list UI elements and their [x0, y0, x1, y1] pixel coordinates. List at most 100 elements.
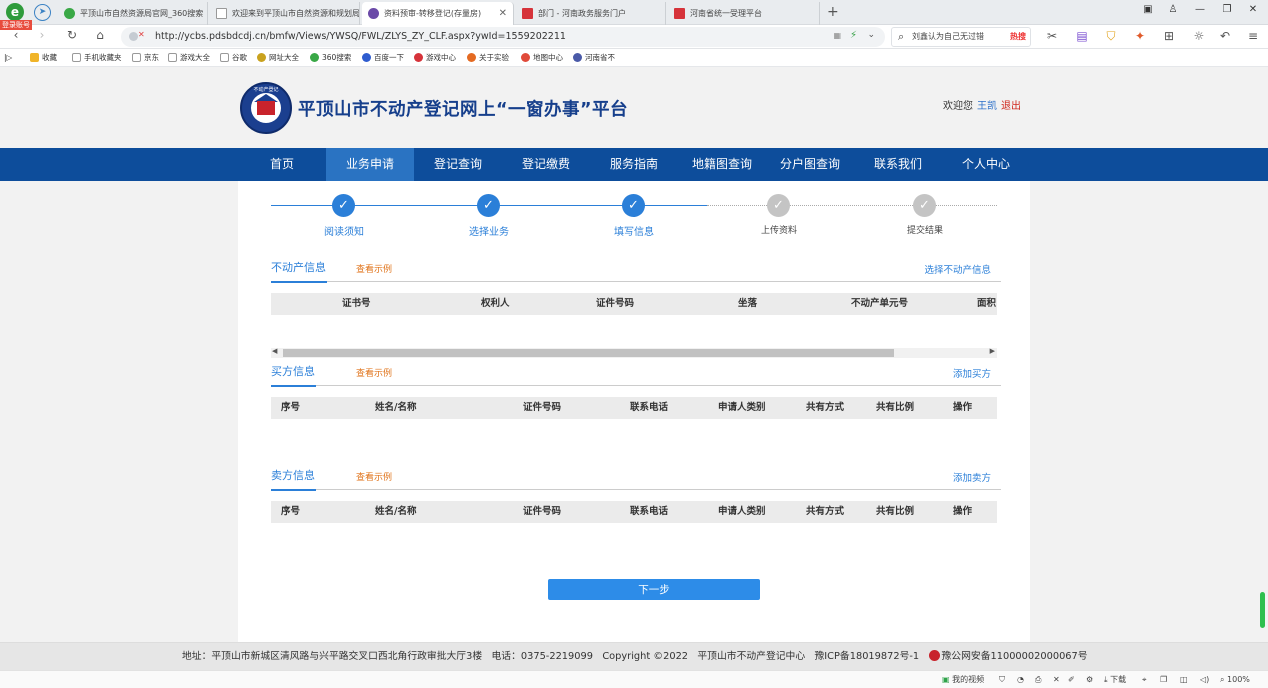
bookmark-item[interactable]: 手机收藏夹	[72, 49, 122, 67]
bookmark-item[interactable]: 百度一下	[362, 49, 404, 67]
restore-icon[interactable]: ❐	[1220, 4, 1234, 15]
tools-icon[interactable]: ⚙	[1086, 671, 1093, 688]
bookmark-item[interactable]: 360搜索	[310, 49, 351, 67]
shield-icon[interactable]: ⛉	[999, 671, 1005, 688]
undo-icon[interactable]: ↶	[1216, 29, 1234, 43]
close-window-icon[interactable]: ✕	[1246, 4, 1260, 15]
search-placeholder: 刘鑫认为自己无过错	[912, 32, 984, 41]
scroll-right-icon[interactable]: ▶	[990, 347, 995, 355]
bookmark-item[interactable]: 游戏大全	[168, 49, 210, 67]
brightness-icon[interactable]: ☼	[1190, 29, 1208, 43]
bookmark-item[interactable]: 京东	[132, 49, 159, 67]
nav-home[interactable]: 首页	[250, 148, 314, 181]
speed-icon[interactable]: ⚡	[850, 30, 857, 41]
extension-icon[interactable]: ▤	[1073, 29, 1091, 43]
henan-gov-icon	[573, 53, 582, 62]
nav-cadastral-map-query[interactable]: 地籍图查询	[684, 148, 760, 181]
forward-icon[interactable]: ›	[34, 28, 50, 42]
page-scrollbar[interactable]	[1260, 592, 1265, 628]
scissors-icon[interactable]: ✂	[1043, 29, 1061, 43]
close-tab-icon[interactable]: ✕	[499, 2, 507, 25]
compat-mode-icon[interactable]: ▦	[833, 31, 841, 40]
section-divider	[271, 281, 1001, 282]
browser-tab-5[interactable]: 河南省统一受理平台	[668, 2, 820, 25]
game-icon[interactable]: ✦	[1131, 29, 1149, 43]
chevron-down-icon[interactable]: ⌄	[867, 30, 875, 40]
pin-icon[interactable]: ⌖	[1142, 671, 1147, 688]
search-input[interactable]: ⌕ 刘鑫认为自己无过错 热搜	[891, 27, 1031, 47]
zoom-control[interactable]: ⌕ 100%	[1220, 671, 1250, 688]
screenshot-icon[interactable]: ⎙	[1035, 671, 1041, 688]
bookmark-item[interactable]: 河南省不	[573, 49, 615, 67]
login-badge[interactable]: 登录账号	[0, 20, 32, 30]
sidebar-toggle-icon[interactable]: |▷	[4, 49, 12, 67]
browser-tab-4[interactable]: 部门 - 河南政务服务门户	[516, 2, 666, 25]
hot-search-badge[interactable]: 热搜	[1010, 28, 1026, 46]
window-icon[interactable]: ❐	[1160, 671, 1167, 688]
nav-business-apply[interactable]: 业务申请	[326, 148, 414, 181]
shield-icon[interactable]: ⛉	[1102, 29, 1120, 44]
col-phone: 联系电话	[630, 506, 669, 517]
scrollbar-thumb[interactable]	[283, 349, 894, 357]
mute-icon[interactable]: ✕	[1053, 671, 1060, 688]
cleanup-icon[interactable]: ✐	[1068, 671, 1075, 688]
volume-icon[interactable]: ◁)	[1200, 671, 1209, 688]
logout-link[interactable]: 退出	[1001, 101, 1021, 112]
apps-grid-icon[interactable]: ⊞	[1160, 29, 1178, 43]
col-share-method: 共有方式	[806, 506, 845, 517]
nav-registration-query[interactable]: 登记查询	[420, 148, 496, 181]
bookmark-item[interactable]: 网址大全	[257, 49, 299, 67]
add-seller-link[interactable]: 添加卖方	[898, 470, 991, 484]
seller-example-link[interactable]: 查看示例	[356, 470, 392, 483]
new-tab-button[interactable]: +	[827, 2, 839, 23]
nav-contact-us[interactable]: 联系我们	[860, 148, 936, 181]
buyer-example-link[interactable]: 查看示例	[356, 366, 392, 379]
browser-tab-1[interactable]: 平顶山市自然资源局官网_360搜索	[58, 2, 208, 25]
browser-tab-2[interactable]: 欢迎来到平顶山市自然资源和规划局	[210, 2, 360, 25]
browser-logo-icon[interactable]: e	[6, 3, 24, 21]
bookmark-item[interactable]: 关于实验	[467, 49, 509, 67]
col-id-number: 证件号码	[596, 298, 635, 309]
footer-icp[interactable]: 豫ICP备18019872号-1	[815, 651, 920, 662]
bookmark-item[interactable]: 谷歌	[220, 49, 247, 67]
nav-personal-center[interactable]: 个人中心	[948, 148, 1024, 181]
step-3-label: 填写信息	[614, 227, 654, 238]
scroll-left-icon[interactable]: ◀	[272, 347, 277, 355]
url-bar[interactable]: ✕ http://ycbs.pdsbdcdj.cn/bmfw/Views/YWS…	[121, 27, 885, 47]
accelerate-icon[interactable]: ◔	[1017, 671, 1024, 688]
step-2-label: 选择业务	[469, 227, 509, 238]
menu-icon[interactable]: ≡	[1244, 29, 1262, 43]
nav-service-guide[interactable]: 服务指南	[596, 148, 672, 181]
my-video-button[interactable]: ▣ 我的视频	[942, 671, 984, 688]
bookmark-item[interactable]: 地图中心	[521, 49, 563, 67]
footer-info: 地址：平顶山市新城区清风路与兴平路交叉口西北角行政审批大厅3楼 电话：0375-…	[182, 643, 1088, 671]
footer-police-record[interactable]: 豫公网安备11000002000067号	[942, 651, 1088, 662]
property-table-scrollbar[interactable]: ◀ ▶	[271, 347, 997, 358]
user-name-link[interactable]: 王凯	[977, 101, 997, 112]
minimize-icon[interactable]: —	[1193, 4, 1207, 15]
split-icon[interactable]: ◫	[1180, 671, 1188, 688]
back-icon[interactable]: ‹	[8, 28, 24, 42]
col-index: 序号	[281, 402, 301, 413]
step-5-check-icon: ✓	[913, 194, 936, 217]
reload-icon[interactable]: ↻	[64, 28, 80, 42]
nav-registration-payment[interactable]: 登记缴费	[508, 148, 584, 181]
bookmark-item[interactable]: 游戏中心	[414, 49, 456, 67]
bookmark-item[interactable]: 收藏	[30, 49, 57, 67]
buyer-table-header: 序号 姓名/名称 证件号码 联系电话 申请人类别 共有方式 共有比例 操作	[271, 397, 997, 419]
tab-label: 资料预审-转移登记(存量房)	[384, 9, 482, 18]
select-property-link[interactable]: 选择不动产信息	[878, 262, 991, 276]
property-example-link[interactable]: 查看示例	[356, 262, 392, 275]
url-text[interactable]: http://ycbs.pdsbdcdj.cn/bmfw/Views/YWSQ/…	[155, 27, 566, 47]
navigate-icon[interactable]: ➤	[34, 4, 51, 21]
site-info-icon[interactable]	[129, 32, 138, 41]
nav-household-map-query[interactable]: 分户图查询	[772, 148, 848, 181]
home-icon[interactable]: ⌂	[92, 28, 108, 42]
browser-tab-3-active[interactable]: 资料预审-转移登记(存量房) ✕	[362, 2, 514, 25]
skin-icon[interactable]: ▣	[1141, 4, 1155, 15]
star-icon	[30, 53, 39, 62]
download-button[interactable]: ⤓ 下载	[1104, 671, 1126, 688]
shirt-icon[interactable]: ♙	[1166, 4, 1180, 15]
add-buyer-link[interactable]: 添加买方	[898, 366, 991, 380]
next-step-button[interactable]: 下一步	[548, 579, 760, 600]
